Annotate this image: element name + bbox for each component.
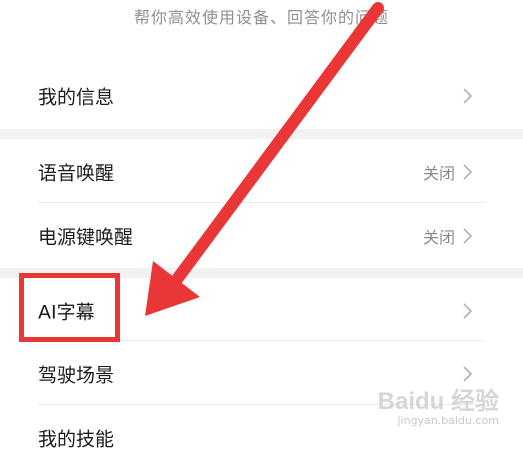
- row-label-driving-scene: 驾驶场景: [38, 364, 115, 387]
- row-value-voice-wakeup: 关闭: [422, 164, 455, 183]
- watermark: Baidu 经验 jingyan.baidu.com: [378, 389, 499, 427]
- watermark-logo: Baidu 经验: [377, 388, 499, 415]
- section-gap: [0, 129, 523, 139]
- chevron-right-icon: [463, 366, 473, 382]
- row-label-my-skills: 我的技能: [38, 428, 115, 451]
- row-voice-wakeup[interactable]: 语音唤醒 关闭: [0, 139, 523, 205]
- subtitle: 帮你高效使用设备、回答你的问题: [133, 8, 389, 27]
- row-label-my-info: 我的信息: [38, 86, 115, 109]
- row-power-key-wakeup[interactable]: 电源键唤醒 关闭: [0, 203, 523, 269]
- row-label-power-key-wakeup: 电源键唤醒: [38, 226, 134, 249]
- row-my-info[interactable]: 我的信息: [0, 63, 523, 129]
- chevron-right-icon: [463, 228, 473, 244]
- row-label-voice-wakeup: 语音唤醒: [38, 162, 115, 185]
- row-value-power-key-wakeup: 关闭: [422, 228, 455, 247]
- chevron-right-icon: [463, 164, 473, 180]
- chevron-right-icon: [463, 303, 473, 319]
- chevron-right-icon: [463, 88, 473, 104]
- highlight-box: [19, 273, 120, 342]
- watermark-url: jingyan.baidu.com: [397, 414, 499, 427]
